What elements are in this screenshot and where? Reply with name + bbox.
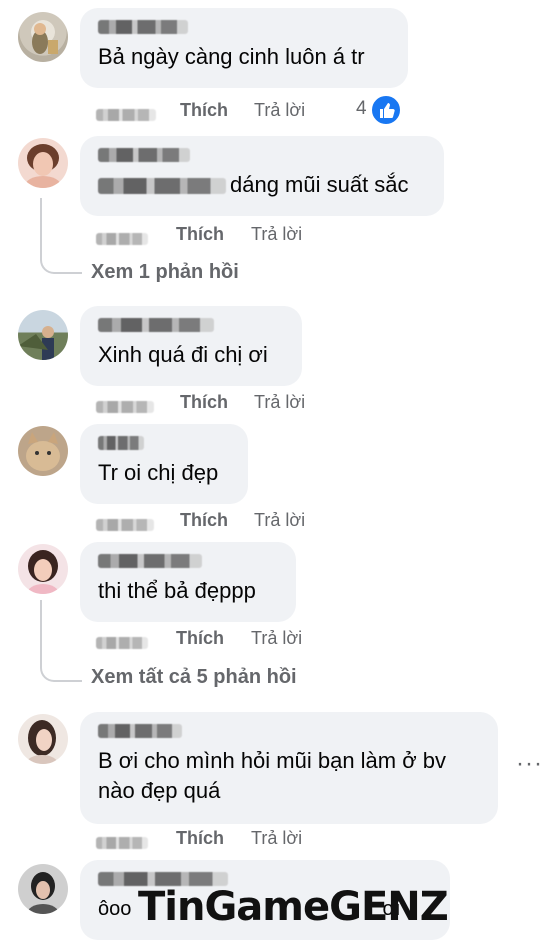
reply-link[interactable]: Trả lời [254, 510, 305, 531]
avatar[interactable] [18, 544, 68, 594]
comment-text-line-2: nào đẹp quá [98, 778, 221, 803]
avatar[interactable] [18, 864, 68, 914]
comment-actions: Thích Trả lời [96, 828, 426, 852]
comment-text-line: dáng mũi suất sắc [98, 170, 426, 200]
author-name[interactable] [98, 722, 480, 742]
reply-link[interactable]: Trả lời [254, 100, 305, 121]
reaction-count[interactable]: 4 [356, 98, 367, 120]
comment-bubble: thi thể bả đẹppp [80, 542, 296, 622]
avatar-image [25, 144, 61, 188]
mention-tag[interactable] [98, 178, 226, 195]
comment-actions: Thích Trả lời [96, 628, 426, 652]
author-name[interactable] [98, 434, 230, 454]
comment-bubble: dáng mũi suất sắc [80, 136, 444, 216]
avatar-image [18, 326, 54, 360]
more-options-icon[interactable]: ··· [516, 750, 543, 778]
avatar-image [27, 872, 59, 914]
author-name[interactable] [98, 146, 426, 166]
timestamp[interactable] [96, 228, 148, 249]
avatar[interactable] [18, 426, 68, 476]
like-link[interactable]: Thích [180, 100, 228, 121]
comment-actions: Thích Trả lời [96, 224, 426, 248]
comment-text-line-1: B ơi cho mình hỏi mũi bạn làm ở bv [98, 748, 447, 773]
comment-text: Tr oi chị đẹp [98, 460, 219, 485]
avatar-image [26, 432, 60, 471]
reply-link[interactable]: Trả lời [254, 392, 305, 413]
author-name[interactable] [98, 552, 278, 572]
like-link[interactable]: Thích [176, 224, 224, 245]
timestamp[interactable] [96, 514, 154, 535]
timestamp[interactable] [96, 832, 148, 853]
like-reaction-icon[interactable] [370, 94, 402, 126]
comment-text-prefix: ôoo [98, 898, 132, 920]
comment-text: thi thể bả đẹppp [98, 578, 256, 603]
like-link[interactable]: Thích [180, 510, 228, 531]
avatar[interactable] [18, 12, 68, 62]
comment-text: Bả ngày càng cinh luôn á tr [98, 44, 365, 69]
timestamp[interactable] [96, 396, 154, 417]
comment-bubble: Xinh quá đi chị ơi [80, 306, 302, 386]
avatar[interactable] [18, 138, 68, 188]
comment-bubble: B ơi cho mình hỏi mũi bạn làm ở bv nào đ… [80, 712, 498, 824]
thread-connector [40, 600, 82, 682]
timestamp[interactable] [96, 104, 156, 125]
reply-link[interactable]: Trả lời [251, 828, 302, 849]
like-link[interactable]: Thích [176, 628, 224, 649]
comment-bubble: Tr oi chị đẹp [80, 424, 248, 504]
avatar[interactable] [18, 310, 68, 360]
watermark-logo: TinGameGENZ [138, 884, 449, 930]
view-replies-link[interactable]: Xem 1 phản hồi [91, 261, 239, 284]
comment-bubble: Bả ngày càng cinh luôn á tr [80, 8, 408, 88]
avatar[interactable] [18, 714, 68, 764]
avatar-image [27, 550, 59, 594]
comment-actions: Thích Trả lời [96, 392, 426, 416]
thread-connector [40, 198, 82, 274]
like-link[interactable]: Thích [176, 828, 224, 849]
comment-text: Xinh quá đi chị ơi [98, 342, 268, 367]
like-link[interactable]: Thích [180, 392, 228, 413]
view-replies-link[interactable]: Xem tất cả 5 phản hồi [91, 666, 297, 689]
author-name[interactable] [98, 316, 284, 336]
reply-link[interactable]: Trả lời [251, 224, 302, 245]
reply-link[interactable]: Trả lời [251, 628, 302, 649]
comment-text: dáng mũi suất sắc [230, 172, 409, 197]
avatar-image [32, 23, 58, 54]
avatar-image [26, 720, 58, 764]
timestamp[interactable] [96, 632, 148, 653]
comment-actions: Thích Trả lời [96, 510, 426, 534]
author-name[interactable] [98, 18, 390, 38]
